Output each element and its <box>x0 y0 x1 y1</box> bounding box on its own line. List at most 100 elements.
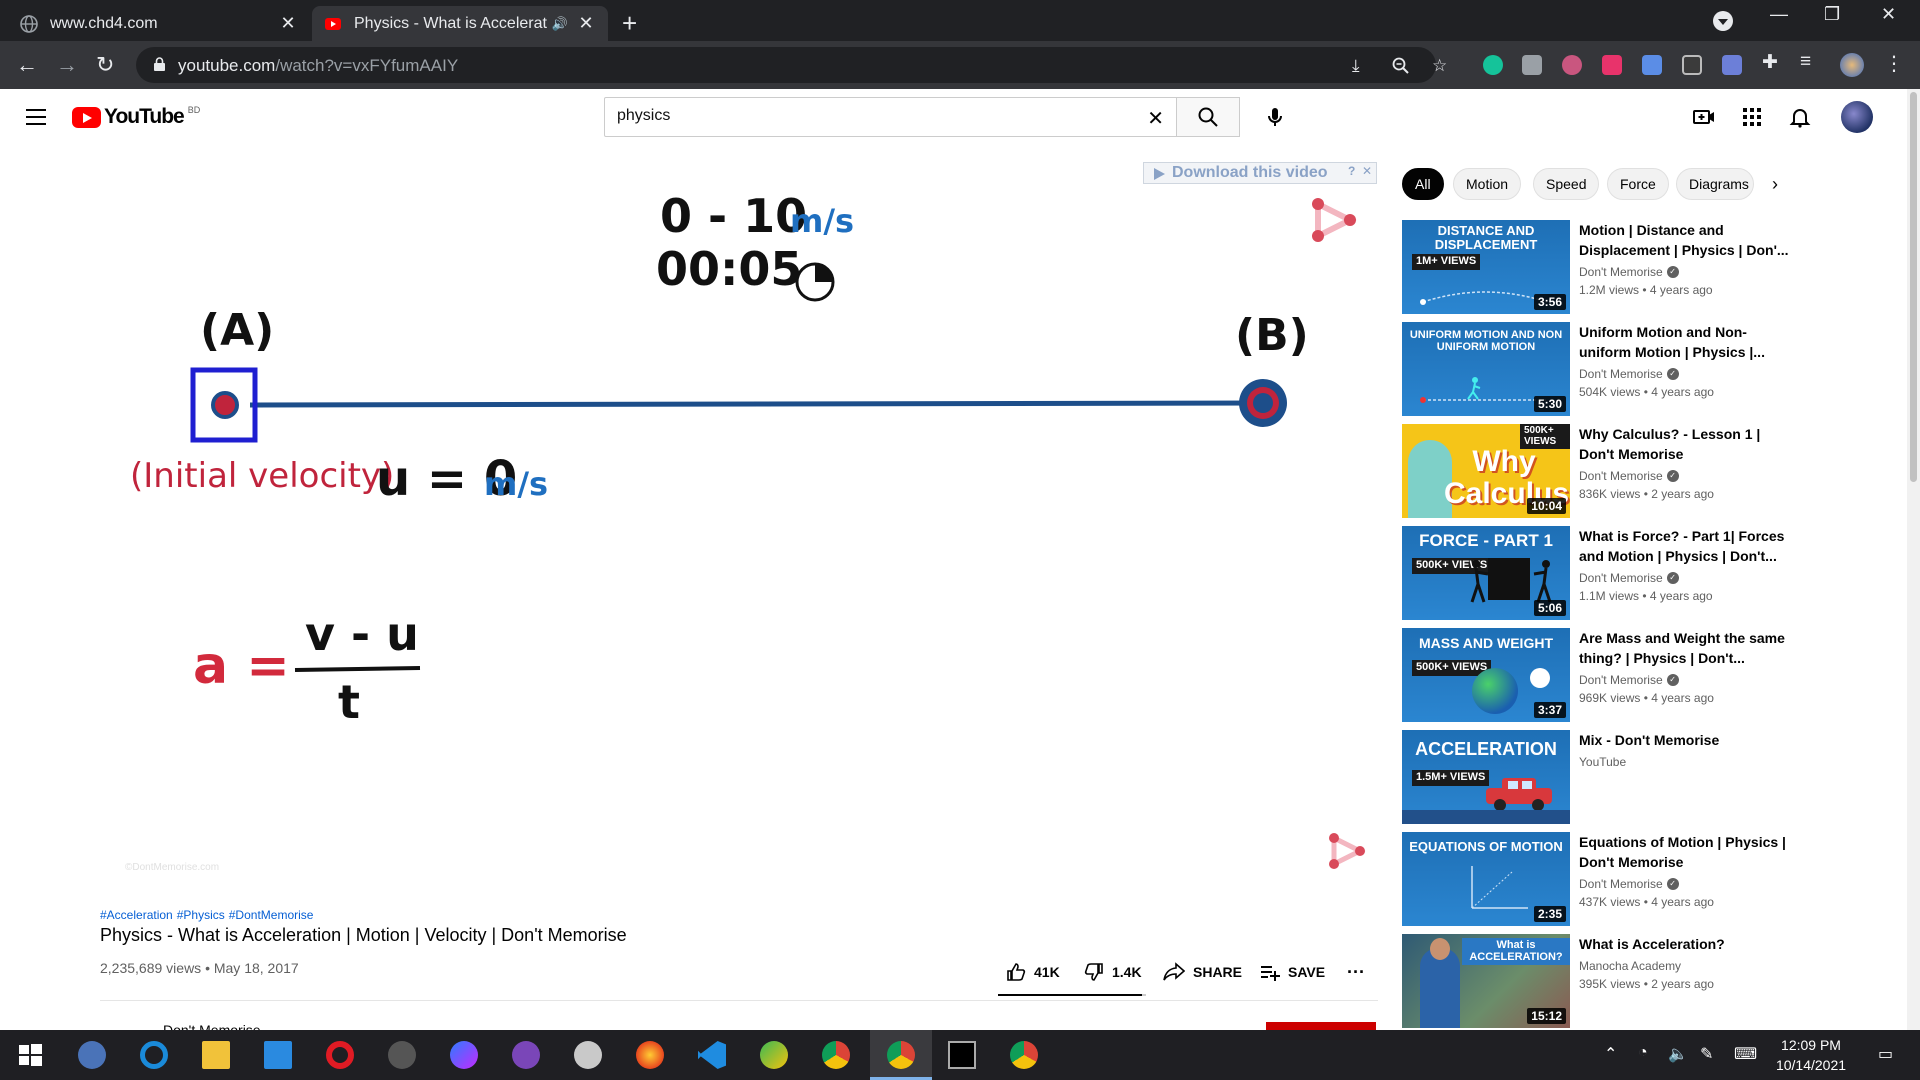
qbittorrent-icon[interactable] <box>78 1041 106 1069</box>
firefox-icon[interactable] <box>636 1041 664 1069</box>
recommendation-title[interactable]: Why Calculus? - Lesson 1 | Don't Memoris… <box>1579 424 1789 464</box>
pen-icon[interactable]: ✎ <box>1700 1044 1713 1064</box>
create-video-icon[interactable] <box>1692 105 1716 129</box>
video-player[interactable]: 0 - 10 m/s 00:05 (A) (B) (Initial veloci… <box>100 170 1378 888</box>
messenger-icon[interactable] <box>450 1041 478 1069</box>
search-input[interactable] <box>617 107 1117 125</box>
chrome-icon[interactable] <box>822 1041 850 1069</box>
screen-extension-icon[interactable] <box>1682 55 1702 75</box>
address-bar[interactable]: youtube.com/watch?v=vxFYfumAAIY ⤓ ☆ <box>136 47 1447 83</box>
recommendation-channel[interactable]: Don't Memorise ✓ <box>1579 367 1679 381</box>
network-icon[interactable]: ◔ <box>1638 1044 1648 1062</box>
extension-icon[interactable] <box>1562 55 1582 75</box>
video-thumbnail[interactable]: UNIFORM MOTION AND NON UNIFORM MOTION 5:… <box>1402 322 1570 416</box>
subscribe-button[interactable] <box>1266 1022 1376 1030</box>
reading-list-icon[interactable]: ≡ <box>1800 51 1811 73</box>
github-icon[interactable] <box>512 1041 540 1069</box>
back-icon[interactable]: ← <box>16 52 38 78</box>
chips-next-icon[interactable]: › <box>1772 174 1778 195</box>
recommendation-title[interactable]: Are Mass and Weight the same thing? | Ph… <box>1579 628 1789 668</box>
volume-icon[interactable]: 🔈 <box>1668 1044 1688 1064</box>
chip-motion[interactable]: Motion <box>1453 168 1522 200</box>
tab-youtube[interactable]: Physics - What is Acceleratio 🔊 ✕ <box>312 6 608 41</box>
edge-icon[interactable] <box>140 1041 168 1069</box>
profile-avatar-icon[interactable] <box>1840 53 1864 77</box>
restore-icon[interactable]: ❐ <box>1824 4 1840 25</box>
new-tab-button[interactable]: + <box>622 8 637 39</box>
recommendation-channel[interactable]: YouTube <box>1579 755 1626 769</box>
video-thumbnail[interactable]: EQUATIONS OF MOTION 2:35 <box>1402 832 1570 926</box>
tab-close-icon[interactable]: ✕ <box>576 13 596 34</box>
close-window-icon[interactable]: ✕ <box>1881 4 1896 25</box>
recommendation-item[interactable]: What is ACCELERATION? 15:12 What is Acce… <box>1402 934 1906 1028</box>
opera-icon[interactable] <box>326 1041 354 1069</box>
zoom-icon[interactable] <box>1392 57 1409 74</box>
youtube-logo[interactable]: YouTube BD <box>72 105 200 129</box>
recommendation-item[interactable]: MASS AND WEIGHT 500K+ VIEWS 3:37 Are Mas… <box>1402 628 1906 724</box>
save-button[interactable]: SAVE <box>1260 962 1325 982</box>
recommendation-item[interactable]: 500K+ VIEWS Why Calculus? 10:04 Why Calc… <box>1402 424 1906 520</box>
recommendation-item[interactable]: UNIFORM MOTION AND NON UNIFORM MOTION 5:… <box>1402 322 1906 418</box>
dislike-button[interactable]: 1.4K <box>1084 962 1142 982</box>
search-button[interactable] <box>1176 97 1240 137</box>
app-icon[interactable] <box>388 1041 416 1069</box>
chrome-icon[interactable] <box>887 1041 915 1069</box>
video-thumbnail[interactable]: MASS AND WEIGHT 500K+ VIEWS 3:37 <box>1402 628 1570 722</box>
like-button[interactable]: 41K <box>1006 962 1060 982</box>
system-clock[interactable]: 12:09 PM 10/14/2021 <box>1768 1035 1854 1075</box>
video-frame[interactable]: 0 - 10 m/s 00:05 (A) (B) (Initial veloci… <box>100 170 1378 888</box>
url-text[interactable]: youtube.com/watch?v=vxFYfumAAIY <box>178 56 458 76</box>
hashtag-link[interactable]: #Physics <box>177 908 225 922</box>
vscode-icon[interactable] <box>698 1041 726 1069</box>
notifications-bell-icon[interactable] <box>1788 105 1812 129</box>
chrome-icon[interactable] <box>1010 1041 1038 1069</box>
recommendation-title[interactable]: What is Acceleration? <box>1579 934 1789 954</box>
help-icon[interactable]: ? <box>1348 164 1355 178</box>
install-icon[interactable]: ⤓ <box>1352 56 1360 76</box>
recommendation-channel[interactable]: Don't Memorise ✓ <box>1579 877 1679 891</box>
more-actions-icon[interactable]: ··· <box>1347 962 1365 983</box>
recommendation-title[interactable]: Equations of Motion | Physics | Don't Me… <box>1579 832 1789 872</box>
channel-name[interactable]: Don't Memorise <box>163 1022 261 1030</box>
notification-center-icon[interactable]: ▭ <box>1878 1044 1893 1064</box>
extensions-puzzle-icon[interactable]: ✚ <box>1762 51 1778 74</box>
recommendation-title[interactable]: Motion | Distance and Displacement | Phy… <box>1579 220 1789 260</box>
apps-grid-icon[interactable] <box>1740 105 1764 129</box>
hashtag-link[interactable]: #DontMemorise <box>229 908 314 922</box>
recommendation-channel[interactable]: Don't Memorise ✓ <box>1579 673 1679 687</box>
reload-icon[interactable]: ↻ <box>96 52 114 78</box>
terminal-icon[interactable] <box>948 1041 976 1069</box>
recommendation-channel[interactable]: Don't Memorise ✓ <box>1579 571 1679 585</box>
recommendation-title[interactable]: Mix - Don't Memorise <box>1579 730 1789 750</box>
recommendation-item[interactable]: EQUATIONS OF MOTION 2:35 Equations of Mo… <box>1402 832 1906 928</box>
video-thumbnail[interactable]: 500K+ VIEWS Why Calculus? 10:04 <box>1402 424 1570 518</box>
grammarly-extension-icon[interactable] <box>1483 55 1503 75</box>
recommendation-item[interactable]: DISTANCE AND DISPLACEMENT 1M+ VIEWS 3:56… <box>1402 220 1906 316</box>
pocket-extension-icon[interactable] <box>1602 55 1622 75</box>
page-scrollbar[interactable] <box>1907 89 1920 1030</box>
chip-diagrams[interactable]: Diagrams <box>1676 168 1754 200</box>
windows-start-icon[interactable] <box>16 1041 44 1069</box>
file-explorer-icon[interactable] <box>202 1041 230 1069</box>
recommendation-channel[interactable]: Manocha Academy <box>1579 959 1681 973</box>
app-icon[interactable] <box>760 1041 788 1069</box>
tab-search-icon[interactable] <box>1712 10 1734 32</box>
video-thumbnail[interactable]: What is ACCELERATION? 15:12 <box>1402 934 1570 1028</box>
microphone-icon[interactable] <box>1259 101 1291 133</box>
forward-icon[interactable]: → <box>56 52 78 78</box>
tab-chd4[interactable]: www.chd4.com ✕ <box>8 6 310 41</box>
hamburger-menu-icon[interactable] <box>26 109 46 125</box>
search-box[interactable]: ✕ <box>604 97 1177 137</box>
recommendation-item[interactable]: FORCE - PART 1 500K+ VIEWS 5:06 What is … <box>1402 526 1906 622</box>
chip-speed[interactable]: Speed <box>1533 168 1600 200</box>
pen-extension-icon[interactable] <box>1722 55 1742 75</box>
app-icon[interactable] <box>574 1041 602 1069</box>
keyboard-icon[interactable]: ⌨ <box>1734 1044 1757 1064</box>
chip-all[interactable]: All <box>1402 168 1444 200</box>
hashtag-link[interactable]: #Acceleration <box>100 908 173 922</box>
recommendation-title[interactable]: Uniform Motion and Non-uniform Motion | … <box>1579 322 1789 362</box>
video-thumbnail[interactable]: DISTANCE AND DISPLACEMENT 1M+ VIEWS 3:56 <box>1402 220 1570 314</box>
recommendation-item[interactable]: ACCELERATION 1.5M+ VIEWS Mix - Don't Mem… <box>1402 730 1906 826</box>
menu-kebab-icon[interactable]: ⋮ <box>1884 51 1904 76</box>
recommendation-channel[interactable]: Don't Memorise ✓ <box>1579 469 1679 483</box>
